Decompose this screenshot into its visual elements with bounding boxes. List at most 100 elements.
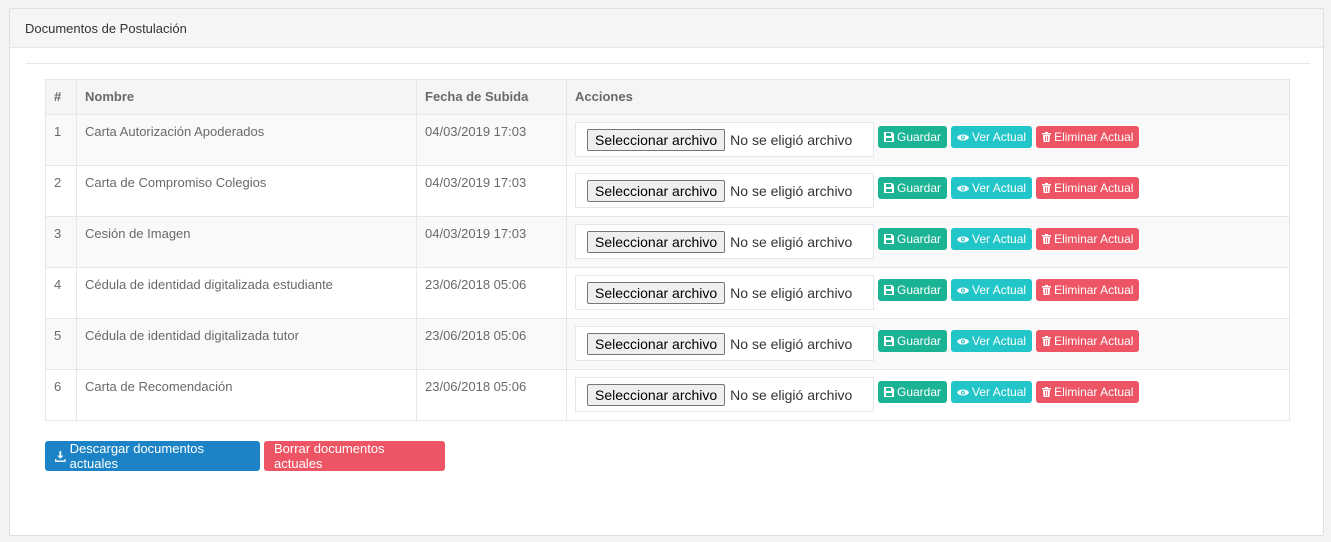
file-status: No se eligió archivo (730, 335, 853, 352)
delete-label: Eliminar Actual (1054, 283, 1134, 297)
table-row: 6 Carta de Recomendación 23/06/2018 05:06 S… (45, 369, 1290, 421)
document-name: Cédula de identidad digitalizada tutor (76, 318, 417, 370)
file-input[interactable]: Seleccionar archivo No se eligió archivo (575, 377, 874, 412)
select-file-button[interactable]: Seleccionar archivo (587, 281, 726, 304)
select-file-button[interactable]: Seleccionar archivo (587, 128, 726, 151)
actions-group: Seleccionar archivo No se eligió archivo G… (575, 122, 1281, 157)
trash-icon (1042, 387, 1052, 397)
delete-documents-button[interactable]: Borrar documentos actuales (264, 441, 445, 471)
file-status: No se eligió archivo (730, 233, 853, 250)
delete-current-button[interactable]: Eliminar Actual (1036, 279, 1140, 301)
eye-icon (957, 134, 970, 140)
file-status: No se eligió archivo (730, 131, 853, 148)
file-input[interactable]: Seleccionar archivo No se eligió archivo (575, 326, 874, 361)
table-row: 4 Cédula de identidad digitalizada estudi… (45, 267, 1290, 319)
save-label: Guardar (897, 232, 942, 246)
row-number: 1 (45, 114, 77, 166)
eye-icon (957, 287, 970, 293)
row-number: 3 (45, 216, 77, 268)
save-label: Guardar (897, 130, 942, 144)
row-actions: Seleccionar archivo No se eligió archivo G… (566, 267, 1290, 319)
save-button[interactable]: Guardar (878, 381, 948, 403)
upload-date: 04/03/2019 17:03 (416, 114, 567, 166)
select-file-button[interactable]: Seleccionar archivo (587, 383, 726, 406)
document-name: Carta de Compromiso Colegios (76, 165, 417, 217)
select-file-button[interactable]: Seleccionar archivo (587, 332, 726, 355)
delete-current-button[interactable]: Eliminar Actual (1036, 228, 1140, 250)
view-current-button[interactable]: Ver Actual (951, 177, 1033, 199)
view-label: Ver Actual (972, 232, 1027, 246)
delete-current-button[interactable]: Eliminar Actual (1036, 126, 1140, 148)
delete-label: Eliminar Actual (1054, 385, 1134, 399)
row-number: 5 (45, 318, 77, 370)
save-button[interactable]: Guardar (878, 126, 948, 148)
trash-icon (1042, 132, 1052, 142)
floppy-disk-icon (884, 336, 894, 346)
floppy-disk-icon (884, 132, 894, 142)
view-current-button[interactable]: Ver Actual (951, 330, 1033, 352)
actions-group: Seleccionar archivo No se eligió archivo G… (575, 275, 1281, 310)
document-name: Carta Autorización Apoderados (76, 114, 417, 166)
actions-group: Seleccionar archivo No se eligió archivo G… (575, 326, 1281, 361)
row-actions: Seleccionar archivo No se eligió archivo G… (566, 216, 1290, 268)
view-current-button[interactable]: Ver Actual (951, 279, 1033, 301)
panel-title: Documentos de Postulación (10, 9, 1323, 48)
documents-table: # Nombre Fecha de Subida Acciones 1 Carta… (45, 79, 1290, 421)
file-input[interactable]: Seleccionar archivo No se eligió archivo (575, 122, 874, 157)
row-actions: Seleccionar archivo No se eligió archivo G… (566, 114, 1290, 166)
column-header-number: # (45, 79, 77, 115)
select-file-button[interactable]: Seleccionar archivo (587, 230, 726, 253)
floppy-disk-icon (884, 183, 894, 193)
row-number: 4 (45, 267, 77, 319)
eye-icon (957, 236, 970, 242)
view-current-button[interactable]: Ver Actual (951, 126, 1033, 148)
floppy-disk-icon (884, 285, 894, 295)
row-actions: Seleccionar archivo No se eligió archivo G… (566, 165, 1290, 217)
row-number: 6 (45, 369, 77, 421)
delete-current-button[interactable]: Eliminar Actual (1036, 177, 1140, 199)
upload-date: 23/06/2018 05:06 (416, 318, 567, 370)
delete-label: Eliminar Actual (1054, 130, 1134, 144)
actions-group: Seleccionar archivo No se eligió archivo G… (575, 224, 1281, 259)
trash-icon (1042, 183, 1052, 193)
save-button[interactable]: Guardar (878, 279, 948, 301)
table-row: 1 Carta Autorización Apoderados 04/03/2019… (45, 114, 1290, 166)
view-label: Ver Actual (972, 385, 1027, 399)
file-input[interactable]: Seleccionar archivo No se eligió archivo (575, 173, 874, 208)
file-status: No se eligió archivo (730, 284, 853, 301)
save-label: Guardar (897, 334, 942, 348)
delete-label: Eliminar Actual (1054, 181, 1134, 195)
save-button[interactable]: Guardar (878, 177, 948, 199)
eye-icon (957, 338, 970, 344)
upload-date: 04/03/2019 17:03 (416, 216, 567, 268)
view-label: Ver Actual (972, 334, 1027, 348)
view-current-button[interactable]: Ver Actual (951, 228, 1033, 250)
floppy-disk-icon (884, 387, 894, 397)
download-documents-button[interactable]: Descargar documentos actuales (45, 441, 260, 471)
view-current-button[interactable]: Ver Actual (951, 381, 1033, 403)
select-file-button[interactable]: Seleccionar archivo (587, 179, 726, 202)
download-icon (55, 450, 66, 462)
save-button[interactable]: Guardar (878, 330, 948, 352)
save-button[interactable]: Guardar (878, 228, 948, 250)
view-label: Ver Actual (972, 283, 1027, 297)
download-documents-label: Descargar documentos actuales (69, 441, 205, 471)
document-name: Cédula de identidad digitalizada estudia… (76, 267, 417, 319)
upload-date: 23/06/2018 05:06 (416, 369, 567, 421)
row-actions: Seleccionar archivo No se eligió archivo G… (566, 318, 1290, 370)
row-actions: Seleccionar archivo No se eligió archivo G… (566, 369, 1290, 421)
trash-icon (1042, 234, 1052, 244)
file-status: No se eligió archivo (730, 182, 853, 199)
eye-icon (957, 185, 970, 191)
save-label: Guardar (897, 283, 942, 297)
file-status: No se eligió archivo (730, 386, 853, 403)
delete-current-button[interactable]: Eliminar Actual (1036, 381, 1140, 403)
file-input[interactable]: Seleccionar archivo No se eligió archivo (575, 224, 874, 259)
documents-panel: Documentos de Postulación # Nombre Fecha… (9, 8, 1324, 536)
row-number: 2 (45, 165, 77, 217)
delete-current-button[interactable]: Eliminar Actual (1036, 330, 1140, 352)
trash-icon (1042, 285, 1052, 295)
table-row: 3 Cesión de Imagen 04/03/2019 17:03 Selecci… (45, 216, 1290, 268)
delete-label: Eliminar Actual (1054, 232, 1134, 246)
file-input[interactable]: Seleccionar archivo No se eligió archivo (575, 275, 874, 310)
